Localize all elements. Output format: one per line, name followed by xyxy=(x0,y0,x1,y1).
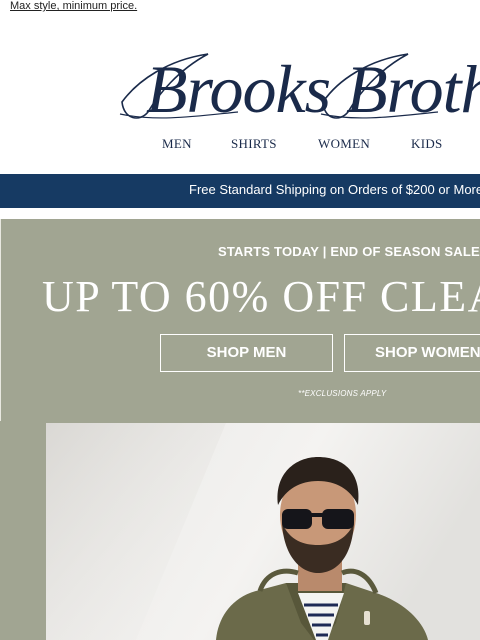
hero-banner: STARTS TODAY | END OF SEASON SALE UP TO … xyxy=(0,219,480,640)
logo-wordmark: Brooks Brothers xyxy=(146,51,480,126)
shipping-banner-text: Free Standard Shipping on Orders of $200… xyxy=(189,182,480,197)
exclusions-note: **EXCLUSIONS APPLY xyxy=(298,389,387,398)
hero-photo[interactable] xyxy=(46,423,480,640)
man-in-olive-jacket-photo xyxy=(46,423,480,640)
main-nav: MEN SHIRTS WOMEN KIDS xyxy=(0,136,480,154)
shop-men-button[interactable]: SHOP MEN xyxy=(160,334,333,372)
nav-item-men[interactable]: MEN xyxy=(162,136,192,152)
nav-item-kids[interactable]: KIDS xyxy=(411,136,443,152)
nav-item-women[interactable]: WOMEN xyxy=(318,136,370,152)
shipping-banner[interactable]: Free Standard Shipping on Orders of $200… xyxy=(0,174,480,208)
hero-divider xyxy=(0,219,1,421)
brand-logo[interactable]: Brooks Brothers xyxy=(118,40,480,126)
nav-item-shirts[interactable]: SHIRTS xyxy=(231,136,277,152)
hero-kicker: STARTS TODAY | END OF SEASON SALE xyxy=(218,244,480,259)
shop-women-button[interactable]: SHOP WOMEN xyxy=(344,334,480,372)
preheader-link[interactable]: Max style, minimum price. xyxy=(10,0,137,13)
hero-headline: UP TO 60% OFF CLEARANCE xyxy=(42,272,480,321)
